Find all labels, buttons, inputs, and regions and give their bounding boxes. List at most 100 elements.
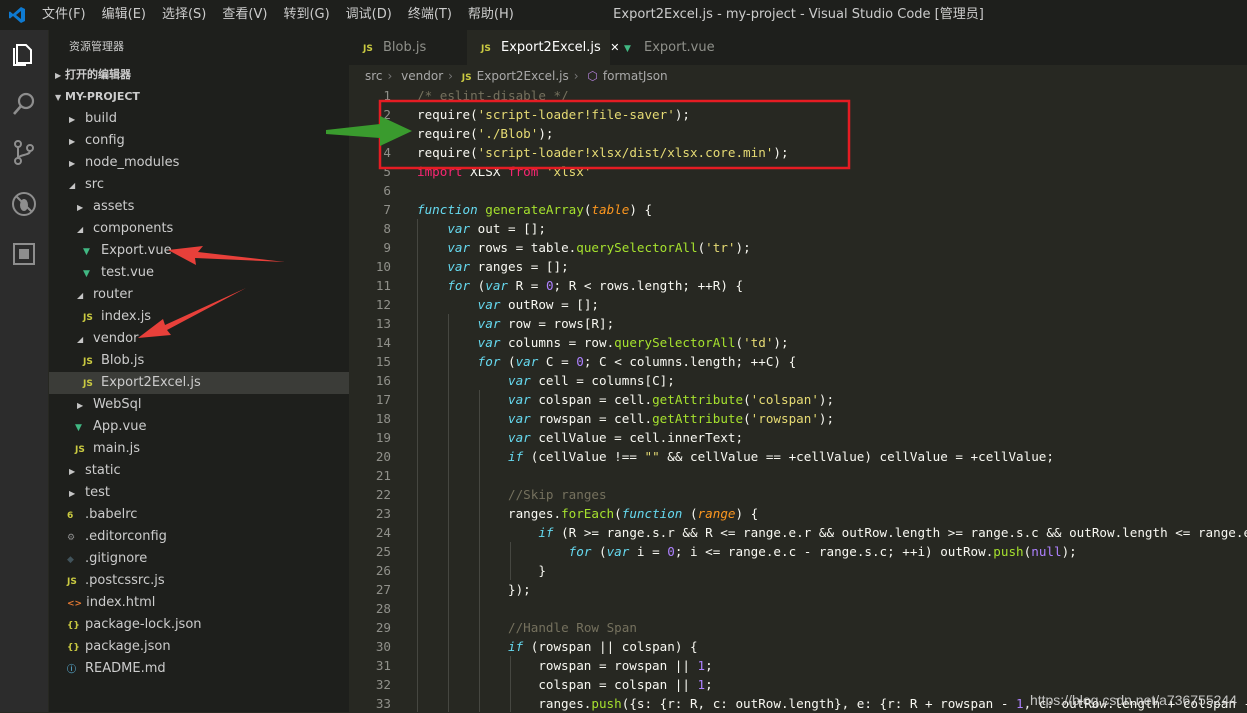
tree-file[interactable]: <>index.html (49, 592, 349, 614)
tree-file[interactable]: JSmain.js (49, 438, 349, 460)
code-token: ); (538, 126, 553, 141)
editor-tab[interactable]: JSBlob.js (349, 30, 467, 65)
line-number: 19 (349, 428, 391, 447)
code-token: ; i <= range.e.c - range.s.c; ++i) outRo… (675, 544, 993, 559)
code-token: ( (682, 506, 697, 521)
chevron-right-icon: › (448, 69, 453, 83)
code-token: ; (705, 658, 713, 673)
line-number: 24 (349, 523, 391, 542)
code-editor[interactable]: 1234567891011121314151617181920212223242… (349, 86, 1247, 712)
extensions-icon[interactable] (10, 240, 38, 268)
code-line: for (var C = 0; C < columns.length; ++C)… (417, 352, 796, 371)
line-number: 1 (349, 86, 391, 105)
tree-item-label: components (93, 221, 173, 236)
breadcrumb-item[interactable]: vendor (401, 69, 443, 83)
line-number: 18 (349, 409, 391, 428)
code-token: 'colspan' (751, 392, 819, 407)
tree-file[interactable]: JSindex.js (49, 306, 349, 328)
tree-file[interactable]: ⚙.editorconfig (49, 526, 349, 548)
js-file-icon: JS (83, 373, 97, 395)
js-file-icon: JS (481, 32, 495, 67)
tree-file[interactable]: JS.postcssrc.js (49, 570, 349, 592)
tree-folder[interactable]: ▶static (49, 460, 349, 482)
menu-item[interactable]: 帮助(H) (468, 0, 514, 30)
tree-folder[interactable]: ◢vendor (49, 328, 349, 350)
tree-folder[interactable]: ◢ router (49, 284, 349, 306)
js-file-icon: JS (363, 32, 377, 67)
code-token: ); (819, 392, 834, 407)
code-token: (cellValue !== (523, 449, 644, 464)
code-token: }); (417, 582, 531, 597)
tree-file[interactable]: JSBlob.js (49, 350, 349, 372)
menu-item[interactable]: 转到(G) (283, 0, 329, 30)
tree-folder[interactable]: ▶assets (49, 196, 349, 218)
tree-file[interactable]: ▼App.vue (49, 416, 349, 438)
code-token: XLSX (463, 164, 509, 179)
code-token: 'script-loader!xlsx/dist/xlsx.core.min' (478, 145, 774, 160)
explorer-sidebar: 资源管理器 ▶打开的编辑器 ▼MY-PROJECT ▶build▶config▶… (49, 30, 349, 712)
line-number: 31 (349, 656, 391, 675)
chevron-down-icon: ◢ (77, 285, 87, 307)
tree-item-label: main.js (93, 441, 140, 456)
tree-item-label: build (85, 111, 117, 126)
tree-folder[interactable]: ◢ components (49, 218, 349, 240)
code-token: ranges = []; (470, 259, 569, 274)
code-token: require( (417, 126, 478, 141)
code-line: var outRow = []; (417, 295, 599, 314)
code-token: require( (417, 107, 478, 122)
source-control-icon[interactable] (10, 138, 38, 166)
code-token: out = []; (470, 221, 546, 236)
code-token (417, 620, 508, 635)
tree-file[interactable]: {}package-lock.json (49, 614, 349, 636)
chevron-down-icon: ◢ (77, 219, 87, 241)
menu-item[interactable]: 调试(D) (346, 0, 392, 30)
menu-item[interactable]: 编辑(E) (102, 0, 146, 30)
menu-item[interactable]: 选择(S) (162, 0, 206, 30)
menu-item[interactable]: 文件(F) (42, 0, 86, 30)
breadcrumb-item[interactable]: src (365, 69, 383, 83)
menu-item[interactable]: 查看(V) (222, 0, 267, 30)
explorer-icon[interactable] (10, 40, 38, 68)
tree-folder[interactable]: ▶config (49, 130, 349, 152)
tree-file[interactable]: {}package.json (49, 636, 349, 658)
tree-folder[interactable]: ◢ src (49, 174, 349, 196)
tree-folder[interactable]: ▶node_modules (49, 152, 349, 174)
tree-item-label: src (85, 177, 104, 192)
tree-file[interactable]: ⓘREADME.md (49, 658, 349, 680)
code-token (417, 392, 508, 407)
menu-item[interactable]: 终端(T) (408, 0, 452, 30)
breadcrumb-item[interactable]: Export2Excel.js (477, 69, 569, 83)
search-icon[interactable] (10, 90, 38, 118)
tree-file[interactable]: JSExport2Excel.js (49, 372, 349, 394)
code-token: querySelectorAll (576, 240, 697, 255)
tree-folder[interactable]: ▶build (49, 108, 349, 130)
code-token: var (447, 259, 470, 274)
tree-item-label: .postcssrc.js (85, 573, 165, 588)
editor-tab[interactable]: ▼Export.vue (610, 30, 734, 65)
tree-folder[interactable]: ▶WebSql (49, 394, 349, 416)
code-token: ( (614, 506, 622, 521)
chevron-down-icon: ◢ (69, 175, 79, 197)
tree-file[interactable]: ▼Export.vue (49, 240, 349, 262)
project-label: MY-PROJECT (65, 90, 140, 103)
tree-file[interactable]: 6.babelrc (49, 504, 349, 526)
code-token (417, 373, 508, 388)
open-editors-section[interactable]: ▶打开的编辑器 (55, 64, 345, 86)
tree-item-label: Export.vue (101, 243, 172, 258)
tree-item-label: README.md (85, 661, 166, 676)
tree-file[interactable]: ◆.gitignore (49, 548, 349, 570)
editor-tab[interactable]: JSExport2Excel.js ✕ (467, 30, 610, 65)
code-area[interactable]: /* eslint-disable */require('script-load… (417, 86, 1247, 712)
tree-item-label: router (93, 287, 133, 302)
tree-file[interactable]: ▼test.vue (49, 262, 349, 284)
line-number: 22 (349, 485, 391, 504)
tree-item-label: App.vue (93, 419, 146, 434)
debug-icon[interactable] (10, 190, 38, 218)
project-section[interactable]: ▼MY-PROJECT (55, 86, 345, 108)
tree-folder[interactable]: ▶test (49, 482, 349, 504)
code-token: var (508, 430, 531, 445)
breadcrumb-item[interactable]: formatJson (603, 69, 668, 83)
code-token: if (508, 639, 523, 654)
code-line: rowspan = rowspan || 1; (417, 656, 713, 675)
code-token: ranges. (417, 696, 591, 711)
